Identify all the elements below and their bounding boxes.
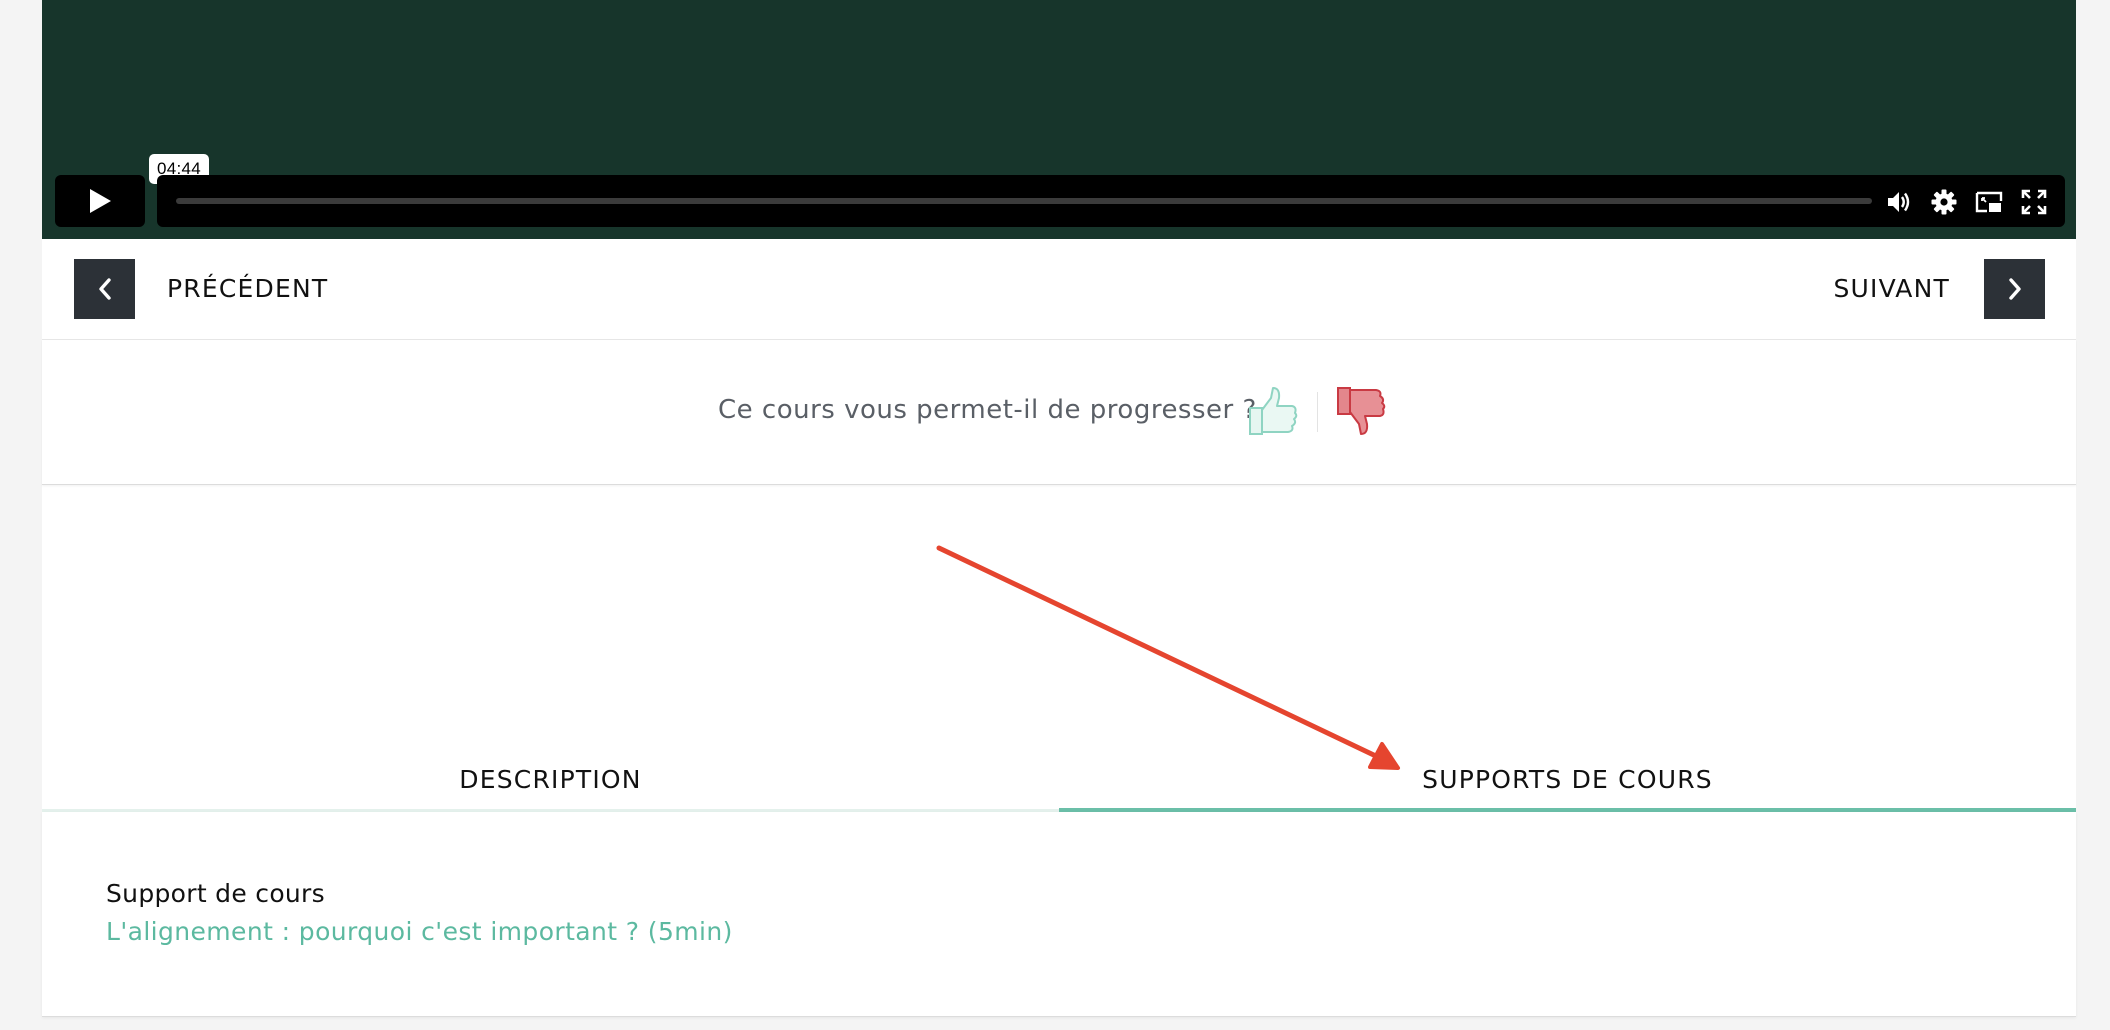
chevron-right-icon <box>2008 278 2021 300</box>
play-button[interactable] <box>55 175 145 227</box>
thumbs-down-icon <box>1337 387 1386 435</box>
next-label[interactable]: SUIVANT <box>1833 269 1950 309</box>
video-player[interactable]: 04:44 <box>42 0 2076 239</box>
previous-button[interactable] <box>74 259 135 319</box>
feedback-panel: Ce cours vous permet-il de progresser ? <box>42 340 2076 485</box>
tab-description[interactable]: DESCRIPTION <box>42 742 1059 812</box>
thumbs-up-icon <box>1249 387 1298 435</box>
tab-supports-de-cours[interactable]: SUPPORTS DE COURS <box>1059 742 2076 812</box>
lesson-navigation: PRÉCÉDENT SUIVANT <box>42 239 2076 340</box>
thumbs-up-button[interactable] <box>1246 384 1302 438</box>
fullscreen-button[interactable] <box>2020 188 2048 216</box>
course-material-link[interactable]: L'alignement : pourquoi c'est important … <box>106 912 733 952</box>
content-title: Support de cours <box>106 879 325 908</box>
play-icon <box>90 189 111 213</box>
feedback-divider <box>1317 392 1318 432</box>
volume-icon <box>1888 192 1910 212</box>
settings-button[interactable] <box>1930 188 1958 216</box>
feedback-question: Ce cours vous permet-il de progresser ? <box>718 395 1257 425</box>
volume-button[interactable] <box>1885 188 1913 216</box>
control-bar <box>157 175 2065 227</box>
seek-bar[interactable] <box>176 198 1872 204</box>
fullscreen-icon <box>2021 189 2047 215</box>
previous-label[interactable]: PRÉCÉDENT <box>167 269 328 309</box>
pip-icon <box>1975 191 2003 213</box>
tab-description-label: DESCRIPTION <box>459 765 642 794</box>
tab-content: Support de cours L'alignement : pourquoi… <box>42 812 2076 1017</box>
tab-supports-label: SUPPORTS DE COURS <box>1422 765 1713 794</box>
course-tabs: DESCRIPTION SUPPORTS DE COURS <box>42 742 2076 812</box>
next-button[interactable] <box>1984 259 2045 319</box>
chevron-left-icon <box>98 278 111 300</box>
gear-icon <box>1931 189 1957 215</box>
pip-button[interactable] <box>1975 188 2003 216</box>
thumbs-down-button[interactable] <box>1334 384 1390 438</box>
